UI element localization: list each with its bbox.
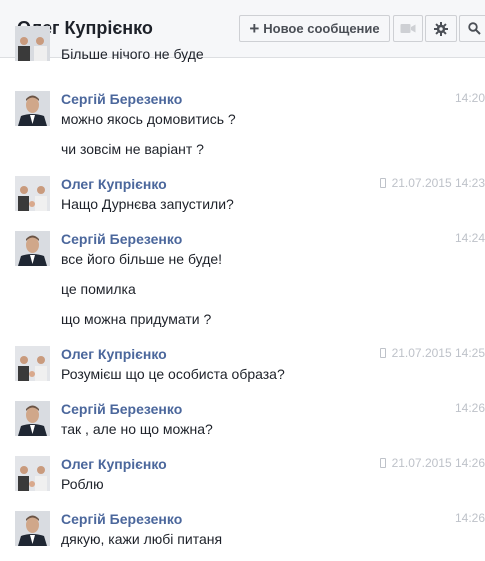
avatar-image xyxy=(15,511,50,546)
settings-button[interactable] xyxy=(425,15,457,42)
message-timestamp: 14:26 xyxy=(454,511,485,525)
sender-name[interactable]: Сергій Березенко xyxy=(61,401,182,417)
search-icon xyxy=(468,22,481,35)
message-timestamp: 14:24 xyxy=(454,231,485,245)
message-text: це помилка xyxy=(61,281,136,297)
message-text: що можна придумати ? xyxy=(61,311,212,327)
new-message-button[interactable]: + Новое сообщение xyxy=(239,15,390,42)
sender-name[interactable]: Олег Купрієнко xyxy=(61,346,167,362)
message-timestamp: 21.07.2015 14:25 xyxy=(391,346,485,360)
message-timestamp-row: 21.07.2015 14:23 xyxy=(379,176,485,190)
avatar-image xyxy=(15,231,50,266)
sender-name[interactable]: Сергій Березенко xyxy=(61,231,182,247)
mobile-phone-icon xyxy=(379,348,386,358)
avatar-image xyxy=(15,456,50,491)
avatar-image xyxy=(15,401,50,436)
message-text: все його більше не буде! xyxy=(61,251,223,267)
avatar-oleg[interactable] xyxy=(15,346,50,381)
message-timestamp-row: 21.07.2015 14:25 xyxy=(379,346,485,360)
avatar-serhii[interactable] xyxy=(15,401,50,436)
avatar-image xyxy=(15,176,50,211)
avatar-oleg[interactable] xyxy=(15,26,50,61)
video-camera-icon xyxy=(400,24,416,33)
message-text: Більше нічого не буде xyxy=(61,46,204,62)
gear-icon xyxy=(434,21,448,36)
avatar-image xyxy=(15,26,50,61)
message-text: Роблю xyxy=(61,476,104,492)
message-text: можно якось домовитись ? xyxy=(61,111,236,127)
mobile-phone-icon xyxy=(379,458,386,468)
sender-name[interactable]: Олег Купрієнко xyxy=(61,456,167,472)
message-timestamp: 21.07.2015 14:23 xyxy=(391,176,485,190)
message-text: Розумієш що це особиста образа? xyxy=(61,366,285,382)
message-timestamp-row: 21.07.2015 14:26 xyxy=(379,456,485,470)
video-call-button[interactable] xyxy=(393,15,423,42)
new-message-label: Новое сообщение xyxy=(263,21,380,36)
avatar-serhii[interactable] xyxy=(15,231,50,266)
sender-name[interactable]: Сергій Березенко xyxy=(61,91,182,107)
message-text: так , але но що можна? xyxy=(61,421,213,437)
message-timestamp: 21.07.2015 14:26 xyxy=(391,456,485,470)
avatar-serhii[interactable] xyxy=(15,91,50,126)
message-timestamp: 14:20 xyxy=(454,91,485,105)
message-text: чи зовсім не варіант ? xyxy=(61,141,204,157)
plus-icon: + xyxy=(249,19,260,38)
sender-name[interactable]: Сергій Березенко xyxy=(61,511,182,527)
avatar-image xyxy=(15,346,50,381)
search-button[interactable] xyxy=(459,15,485,42)
message-thread[interactable]: Більше нічого не буде Сергій Березенко 1… xyxy=(0,26,485,561)
avatar-oleg[interactable] xyxy=(15,456,50,491)
sender-name[interactable]: Олег Купрієнко xyxy=(61,176,167,192)
avatar-oleg[interactable] xyxy=(15,176,50,211)
message-timestamp: 14:26 xyxy=(454,401,485,415)
mobile-phone-icon xyxy=(379,178,386,188)
avatar-image xyxy=(15,91,50,126)
message-text: Нащо Дурнєва запустили? xyxy=(61,196,234,212)
message-text: дякую, кажи любі питаня xyxy=(61,531,223,547)
avatar-serhii[interactable] xyxy=(15,511,50,546)
